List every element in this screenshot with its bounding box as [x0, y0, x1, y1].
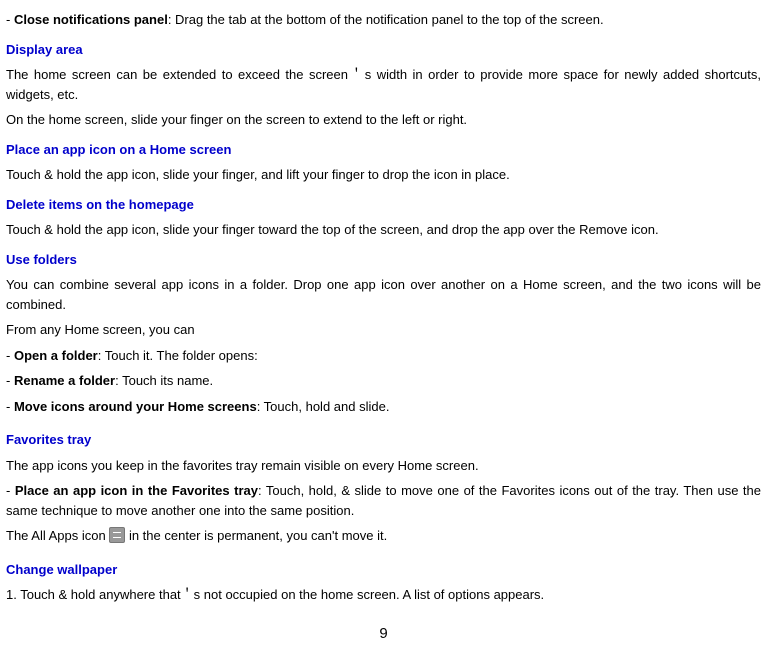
heading-display-area: Display area [6, 40, 761, 60]
list-item-place-in-favorites: - Place an app icon in the Favorites tra… [6, 481, 761, 520]
all-apps-text-pre: The All Apps icon [6, 528, 109, 543]
list-item-move-icons: - Move icons around your Home screens: T… [6, 397, 761, 417]
close-notifications-label: Close notifications panel [14, 12, 168, 27]
all-apps-text-post: in the center is permanent, you can't mo… [125, 528, 387, 543]
paragraph-place-app-icon: Touch & hold the app icon, slide your fi… [6, 165, 761, 185]
heading-favorites-tray: Favorites tray [6, 430, 761, 450]
paragraph-change-wallpaper: 1. Touch & hold anywhere that＇s not occu… [6, 585, 761, 605]
paragraph-display-area: The home screen can be extended to excee… [6, 65, 761, 104]
move-icons-label: Move icons around your Home screens [14, 399, 257, 414]
bullet-prefix: - [6, 483, 15, 498]
all-apps-icon [109, 527, 125, 543]
heading-use-folders: Use folders [6, 250, 761, 270]
close-notifications-desc: : Drag the tab at the bottom of the noti… [168, 12, 604, 27]
bullet-prefix: - [6, 373, 14, 388]
place-in-favorites-label: Place an app icon in the Favorites tray [15, 483, 258, 498]
list-item-open-folder: - Open a folder: Touch it. The folder op… [6, 346, 761, 366]
open-folder-label: Open a folder [14, 348, 98, 363]
bullet-prefix: - [6, 12, 14, 27]
paragraph-from-any-home: From any Home screen, you can [6, 320, 761, 340]
rename-folder-label: Rename a folder [14, 373, 115, 388]
rename-folder-desc: : Touch its name. [115, 373, 213, 388]
paragraph-display-slide: On the home screen, slide your finger on… [6, 110, 761, 130]
bullet-prefix: - [6, 399, 14, 414]
heading-change-wallpaper: Change wallpaper [6, 560, 761, 580]
paragraph-favorites-tray: The app icons you keep in the favorites … [6, 456, 761, 476]
paragraph-delete-items: Touch & hold the app icon, slide your fi… [6, 220, 761, 240]
open-folder-desc: : Touch it. The folder opens: [98, 348, 258, 363]
bullet-prefix: - [6, 348, 14, 363]
move-icons-desc: : Touch, hold and slide. [257, 399, 390, 414]
paragraph-use-folders: You can combine several app icons in a f… [6, 275, 761, 314]
list-item-close-notifications: - Close notifications panel: Drag the ta… [6, 10, 761, 30]
page-number: 9 [6, 623, 761, 646]
heading-delete-items: Delete items on the homepage [6, 195, 761, 215]
paragraph-all-apps-icon: The All Apps icon in the center is perma… [6, 526, 761, 546]
list-item-rename-folder: - Rename a folder: Touch its name. [6, 371, 761, 391]
heading-place-app-icon: Place an app icon on a Home screen [6, 140, 761, 160]
